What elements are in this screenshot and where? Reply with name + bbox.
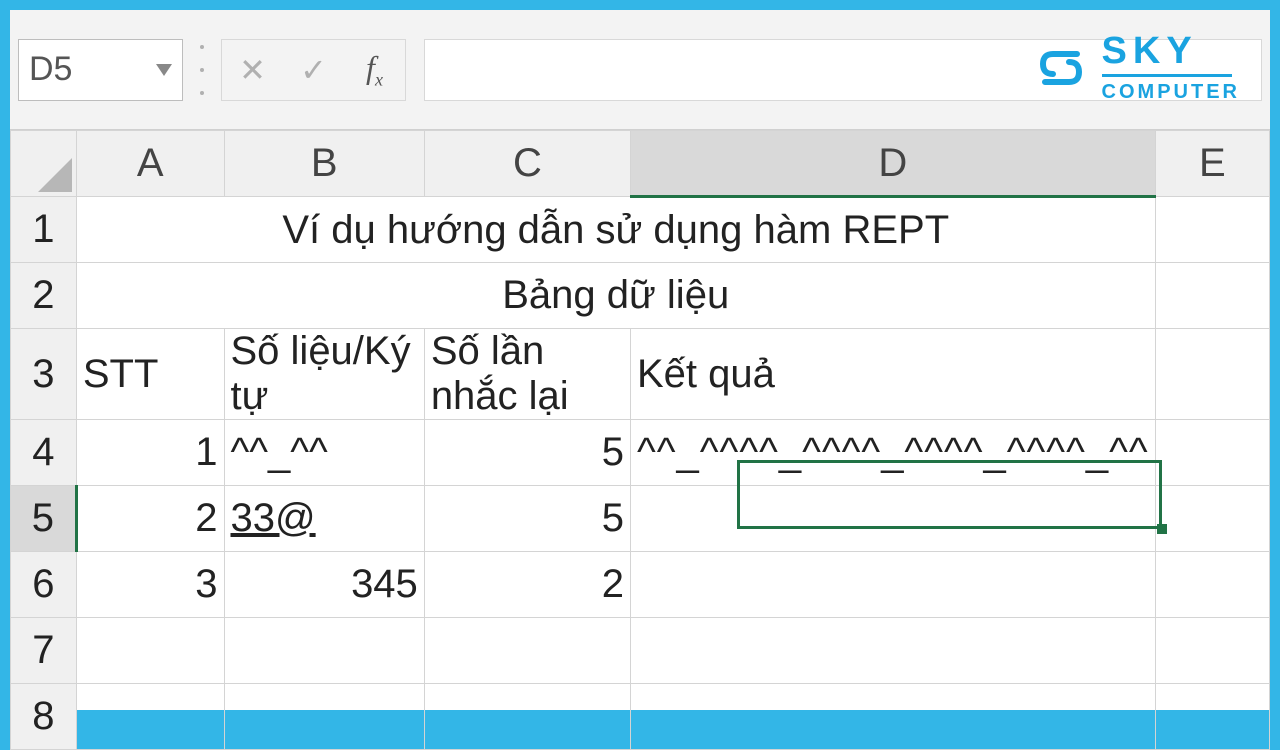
cell-C7[interactable] bbox=[424, 618, 630, 684]
col-header-E[interactable]: E bbox=[1155, 131, 1269, 197]
col-header-A[interactable]: A bbox=[76, 131, 224, 197]
col-header-B[interactable]: B bbox=[224, 131, 424, 197]
cell-E2[interactable] bbox=[1155, 263, 1269, 329]
name-box[interactable]: D5 bbox=[18, 39, 183, 101]
cell-A2-subtitle[interactable]: Bảng dữ liệu bbox=[76, 263, 1155, 329]
row-2: 2 Bảng dữ liệu bbox=[11, 263, 1270, 329]
formula-buttons: ✕ ✓ fx bbox=[221, 39, 406, 101]
cell-C8[interactable] bbox=[424, 684, 630, 750]
cell-D5[interactable] bbox=[631, 486, 1156, 552]
cell-C6[interactable]: 2 bbox=[424, 552, 630, 618]
cell-E8[interactable] bbox=[1155, 684, 1269, 750]
cell-A1-title[interactable]: Ví dụ hướng dẫn sử dụng hàm REPT bbox=[76, 197, 1155, 263]
cell-B5[interactable]: 33@ bbox=[224, 486, 424, 552]
row-header-6[interactable]: 6 bbox=[11, 552, 77, 618]
row-header-7[interactable]: 7 bbox=[11, 618, 77, 684]
cell-A6[interactable]: 3 bbox=[76, 552, 224, 618]
check-icon: ✓ bbox=[300, 51, 327, 89]
row-5: 5 2 33@ 5 bbox=[11, 486, 1270, 552]
row-8: 8 bbox=[11, 684, 1270, 750]
worksheet[interactable]: A B C D E 1 Ví dụ hướng dẫn sử dụng hàm … bbox=[10, 130, 1270, 750]
logo-icon bbox=[1032, 39, 1090, 97]
row-header-2[interactable]: 2 bbox=[11, 263, 77, 329]
cell-B8[interactable] bbox=[224, 684, 424, 750]
cell-A3[interactable]: STT bbox=[76, 329, 224, 420]
row-header-3[interactable]: 3 bbox=[11, 329, 77, 420]
row-3: 3 STT Số liệu/Ký tự Số lần nhắc lại Kết … bbox=[11, 329, 1270, 420]
row-header-8[interactable]: 8 bbox=[11, 684, 77, 750]
cell-A5[interactable]: 2 bbox=[76, 486, 224, 552]
name-box-value: D5 bbox=[29, 50, 72, 89]
separator-dots bbox=[201, 45, 203, 95]
cell-D3[interactable]: Kết quả bbox=[631, 329, 1156, 420]
cell-B4[interactable]: ^^_^^ bbox=[224, 420, 424, 486]
chevron-down-icon[interactable] bbox=[156, 64, 172, 76]
cell-B7[interactable] bbox=[224, 618, 424, 684]
excel-window: D5 ✕ ✓ fx SKY COMPUTER bbox=[10, 10, 1270, 710]
cell-A8[interactable] bbox=[76, 684, 224, 750]
row-6: 6 3 345 2 bbox=[11, 552, 1270, 618]
logo-brand: SKY bbox=[1102, 32, 1240, 70]
row-header-5[interactable]: 5 bbox=[11, 486, 77, 552]
cell-C5[interactable]: 5 bbox=[424, 486, 630, 552]
fill-handle[interactable] bbox=[1157, 524, 1167, 534]
cell-E4[interactable] bbox=[1155, 420, 1269, 486]
col-header-C[interactable]: C bbox=[424, 131, 630, 197]
cell-B3[interactable]: Số liệu/Ký tự bbox=[224, 329, 424, 420]
cell-D8[interactable] bbox=[631, 684, 1156, 750]
logo-divider bbox=[1102, 74, 1232, 77]
cell-D7[interactable] bbox=[631, 618, 1156, 684]
cell-A7[interactable] bbox=[76, 618, 224, 684]
column-header-row: A B C D E bbox=[11, 131, 1270, 197]
insert-function-button[interactable]: fx bbox=[355, 50, 395, 90]
cell-D6[interactable] bbox=[631, 552, 1156, 618]
col-header-D[interactable]: D bbox=[631, 131, 1156, 197]
brand-logo: SKY COMPUTER bbox=[1032, 32, 1240, 104]
row-1: 1 Ví dụ hướng dẫn sử dụng hàm REPT bbox=[11, 197, 1270, 263]
logo-sub: COMPUTER bbox=[1102, 81, 1240, 104]
cell-E7[interactable] bbox=[1155, 618, 1269, 684]
grid-table: A B C D E 1 Ví dụ hướng dẫn sử dụng hàm … bbox=[10, 130, 1270, 750]
cell-C3[interactable]: Số lần nhắc lại bbox=[424, 329, 630, 420]
row-7: 7 bbox=[11, 618, 1270, 684]
enter-button[interactable]: ✓ bbox=[294, 50, 334, 90]
row-header-1[interactable]: 1 bbox=[11, 197, 77, 263]
cell-E1[interactable] bbox=[1155, 197, 1269, 263]
cell-E3[interactable] bbox=[1155, 329, 1269, 420]
row-header-4[interactable]: 4 bbox=[11, 420, 77, 486]
cell-B6[interactable]: 345 bbox=[224, 552, 424, 618]
fx-icon: fx bbox=[366, 49, 383, 90]
x-icon: ✕ bbox=[239, 51, 266, 89]
cell-E5[interactable] bbox=[1155, 486, 1269, 552]
cell-C4[interactable]: 5 bbox=[424, 420, 630, 486]
select-all-corner[interactable] bbox=[11, 131, 77, 197]
row-4: 4 1 ^^_^^ 5 ^^_^^^^_^^^^_^^^^_^^^^_^^ bbox=[11, 420, 1270, 486]
cell-A4[interactable]: 1 bbox=[76, 420, 224, 486]
cell-E6[interactable] bbox=[1155, 552, 1269, 618]
cell-D4[interactable]: ^^_^^^^_^^^^_^^^^_^^^^_^^ bbox=[631, 420, 1156, 486]
logo-text: SKY COMPUTER bbox=[1102, 32, 1240, 104]
cancel-button[interactable]: ✕ bbox=[233, 50, 273, 90]
